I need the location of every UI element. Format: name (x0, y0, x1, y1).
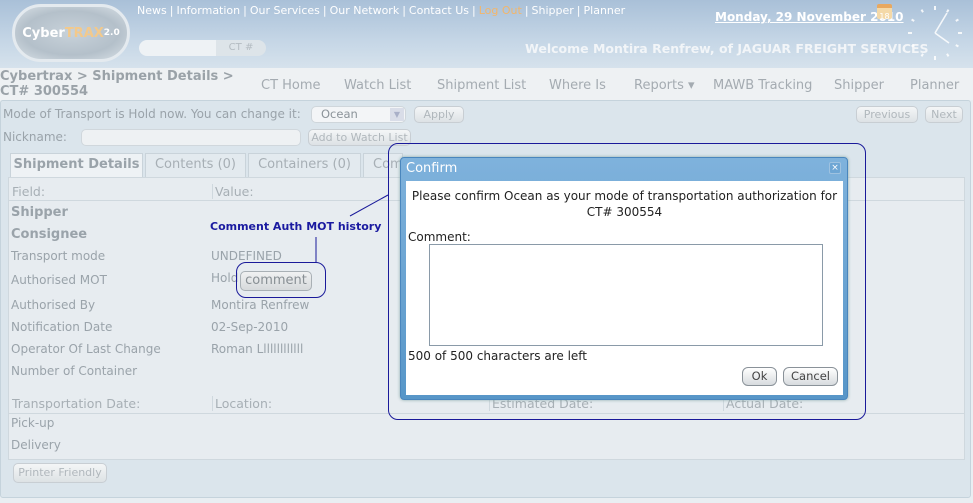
confirm-dialog: Confirm × Please confirm Ocean as your m… (400, 157, 848, 400)
close-icon[interactable]: × (829, 162, 841, 174)
dialog-body: Please confirm Ocean as your mode of tra… (406, 181, 843, 395)
cancel-button[interactable]: Cancel (783, 367, 838, 386)
ok-button[interactable]: Ok (742, 367, 777, 386)
comment-label: Comment: (408, 230, 471, 244)
dialog-message: Please confirm Ocean as your mode of tra… (411, 189, 838, 219)
dialog-title: Confirm (406, 161, 458, 176)
comment-textarea[interactable] (429, 244, 823, 346)
character-count: 500 of 500 characters are left (408, 349, 588, 363)
